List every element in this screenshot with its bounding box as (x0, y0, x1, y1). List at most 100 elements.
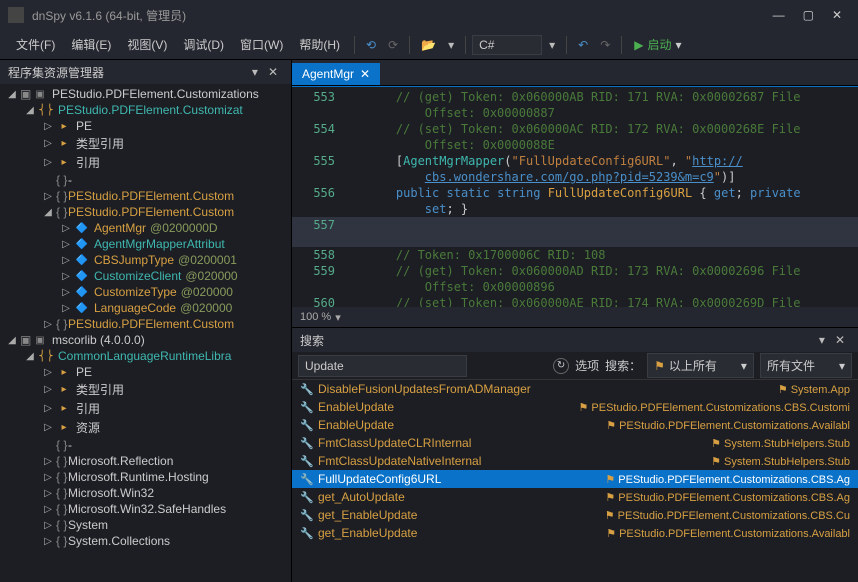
code-line[interactable]: 554 // (set) Token: 0x060000AC RID: 172 … (292, 121, 858, 137)
tree-node[interactable]: ▷▸资源 (0, 418, 291, 437)
code-line[interactable]: 557 (292, 217, 858, 247)
open-icon[interactable]: 📂 (416, 35, 441, 55)
search-result[interactable]: 🔧FullUpdateConfig6URL⚑PEStudio.PDFElemen… (292, 470, 858, 488)
tree-node[interactable]: ▷▸类型引用 (0, 380, 291, 399)
expander-icon[interactable]: ▷ (60, 239, 72, 250)
expander-icon[interactable]: ▷ (60, 303, 72, 314)
code-line[interactable]: 555 [AgentMgrMapper("FullUpdateConfig6UR… (292, 153, 858, 169)
chevron-down-icon[interactable]: ▾ (335, 311, 341, 324)
expander-icon[interactable]: ▷ (42, 191, 54, 202)
expander-icon[interactable]: ▷ (42, 456, 54, 467)
close-tab-icon[interactable]: ✕ (360, 67, 370, 81)
tree-node[interactable]: { }- (0, 172, 291, 188)
code-line[interactable]: set; } (292, 201, 858, 217)
start-button[interactable]: ▶ 启动 ▾ (628, 33, 687, 56)
tree-view[interactable]: ◢▣▣PEStudio.PDFElement.Customizations◢⎨⎬… (0, 84, 291, 582)
expander-icon[interactable]: ◢ (6, 335, 18, 346)
expander-icon[interactable]: ◢ (24, 351, 36, 362)
refresh-icon[interactable]: ↻ (553, 358, 569, 374)
search-results[interactable]: 🔧DisableFusionUpdatesFromADManager⚑Syste… (292, 380, 858, 582)
menu-item[interactable]: 帮助(H) (291, 32, 348, 57)
tree-node[interactable]: ▷🔷CBSJumpType@0200001 (0, 252, 291, 268)
expander-icon[interactable]: ▷ (60, 287, 72, 298)
tree-node[interactable]: ▷🔷CustomizeType@020000 (0, 284, 291, 300)
expander-icon[interactable]: ▷ (42, 422, 54, 433)
tree-node[interactable]: ▷🔷AgentMgrMapperAttribut (0, 236, 291, 252)
close-panel-icon[interactable]: ✕ (263, 62, 283, 82)
nav-forward-icon[interactable]: ⟳ (383, 35, 403, 55)
tree-node[interactable]: ▷{ }System (0, 517, 291, 533)
tree-node[interactable]: ◢▣▣mscorlib (4.0.0.0) (0, 332, 291, 348)
search-result[interactable]: 🔧get_EnableUpdate⚑PEStudio.PDFElement.Cu… (292, 524, 858, 542)
code-line[interactable]: 559 // (get) Token: 0x060000AD RID: 173 … (292, 263, 858, 279)
redo-icon[interactable]: ↷ (595, 35, 615, 55)
code-line[interactable]: Offset: 0x00000896 (292, 279, 858, 295)
tab-agentmgr[interactable]: AgentMgr ✕ (292, 63, 380, 85)
expander-icon[interactable]: ▷ (60, 255, 72, 266)
tree-node[interactable]: ▷{ }Microsoft.Reflection (0, 453, 291, 469)
language-selector[interactable] (472, 35, 542, 55)
search-result[interactable]: 🔧get_EnableUpdate⚑PEStudio.PDFElement.Cu… (292, 506, 858, 524)
code-line[interactable]: cbs.wondershare.com/go.php?pid=5239&m=c9… (292, 169, 858, 185)
expander-icon[interactable]: ▷ (42, 138, 54, 149)
tree-node[interactable]: ▷{ }Microsoft.Win32.SafeHandles (0, 501, 291, 517)
expander-icon[interactable]: ▷ (42, 504, 54, 515)
expander-icon[interactable]: ◢ (24, 105, 36, 116)
undo-icon[interactable]: ↶ (573, 35, 593, 55)
search-result[interactable]: 🔧FmtClassUpdateCLRInternal⚑System.StubHe… (292, 434, 858, 452)
tree-node[interactable]: ▷{ }System.Collections (0, 533, 291, 549)
tree-node[interactable]: ▷▸引用 (0, 153, 291, 172)
code-line[interactable]: 556 public static string FullUpdateConfi… (292, 185, 858, 201)
menu-item[interactable]: 视图(V) (119, 32, 175, 57)
menu-item[interactable]: 文件(F) (8, 32, 63, 57)
expander-icon[interactable]: ▷ (42, 384, 54, 395)
tree-node[interactable]: ▷▸PE (0, 364, 291, 380)
chevron-down-icon[interactable]: ▾ (676, 38, 682, 52)
code-line[interactable]: 558 // Token: 0x1700006C RID: 108 (292, 247, 858, 263)
code-editor[interactable]: 553 // (get) Token: 0x060000AB RID: 171 … (292, 86, 858, 307)
close-button[interactable]: ✕ (832, 8, 842, 22)
tree-node[interactable]: { }- (0, 437, 291, 453)
search-result[interactable]: 🔧get_AutoUpdate⚑PEStudio.PDFElement.Cust… (292, 488, 858, 506)
dropdown-icon[interactable]: ▾ (814, 330, 830, 350)
menu-item[interactable]: 调试(D) (175, 32, 232, 57)
close-panel-icon[interactable]: ✕ (830, 330, 850, 350)
expander-icon[interactable]: ▷ (42, 121, 54, 132)
expander-icon[interactable]: ◢ (6, 89, 18, 100)
expander-icon[interactable]: ▷ (42, 157, 54, 168)
code-line[interactable]: Offset: 0x0000088E (292, 137, 858, 153)
expander-icon[interactable]: ▷ (42, 472, 54, 483)
tree-node[interactable]: ◢⎨⎬PEStudio.PDFElement.Customizat (0, 102, 291, 118)
expander-icon[interactable]: ▷ (60, 271, 72, 282)
tree-node[interactable]: ▷{ }Microsoft.Win32 (0, 485, 291, 501)
tree-node[interactable]: ▷{ }Microsoft.Runtime.Hosting (0, 469, 291, 485)
filter-type-dropdown[interactable]: ⚑以上所有▾ (647, 353, 754, 378)
tree-node[interactable]: ◢{ }PEStudio.PDFElement.Custom (0, 204, 291, 220)
filter-scope-dropdown[interactable]: 所有文件▾ (760, 353, 852, 378)
tree-node[interactable]: ▷▸引用 (0, 399, 291, 418)
tree-node[interactable]: ▷▸类型引用 (0, 134, 291, 153)
tree-node[interactable]: ◢⎨⎬CommonLanguageRuntimeLibra (0, 348, 291, 364)
minimize-button[interactable]: — (773, 8, 785, 22)
search-result[interactable]: 🔧FmtClassUpdateNativeInternal⚑System.Stu… (292, 452, 858, 470)
expander-icon[interactable]: ▷ (42, 536, 54, 547)
dropdown-icon[interactable]: ▾ (443, 35, 459, 55)
tree-node[interactable]: ▷{ }PEStudio.PDFElement.Custom (0, 188, 291, 204)
code-line[interactable]: 553 // (get) Token: 0x060000AB RID: 171 … (292, 89, 858, 105)
expander-icon[interactable]: ▷ (42, 367, 54, 378)
dropdown-icon[interactable]: ▾ (247, 62, 263, 82)
menu-item[interactable]: 编辑(E) (63, 32, 119, 57)
chevron-down-icon[interactable]: ▾ (544, 35, 560, 55)
search-result[interactable]: 🔧EnableUpdate⚑PEStudio.PDFElement.Custom… (292, 398, 858, 416)
tree-node[interactable]: ▷🔷CustomizeClient@020000 (0, 268, 291, 284)
tree-node[interactable]: ▷🔷LanguageCode@020000 (0, 300, 291, 316)
expander-icon[interactable]: ▷ (42, 488, 54, 499)
expander-icon[interactable]: ▷ (42, 520, 54, 531)
search-result[interactable]: 🔧DisableFusionUpdatesFromADManager⚑Syste… (292, 380, 858, 398)
code-line[interactable]: 560 // (set) Token: 0x060000AE RID: 174 … (292, 295, 858, 307)
menu-item[interactable]: 窗口(W) (232, 32, 291, 57)
expander-icon[interactable]: ▷ (42, 319, 54, 330)
expander-icon[interactable]: ◢ (42, 207, 54, 218)
tree-node[interactable]: ▷{ }PEStudio.PDFElement.Custom (0, 316, 291, 332)
search-result[interactable]: 🔧EnableUpdate⚑PEStudio.PDFElement.Custom… (292, 416, 858, 434)
